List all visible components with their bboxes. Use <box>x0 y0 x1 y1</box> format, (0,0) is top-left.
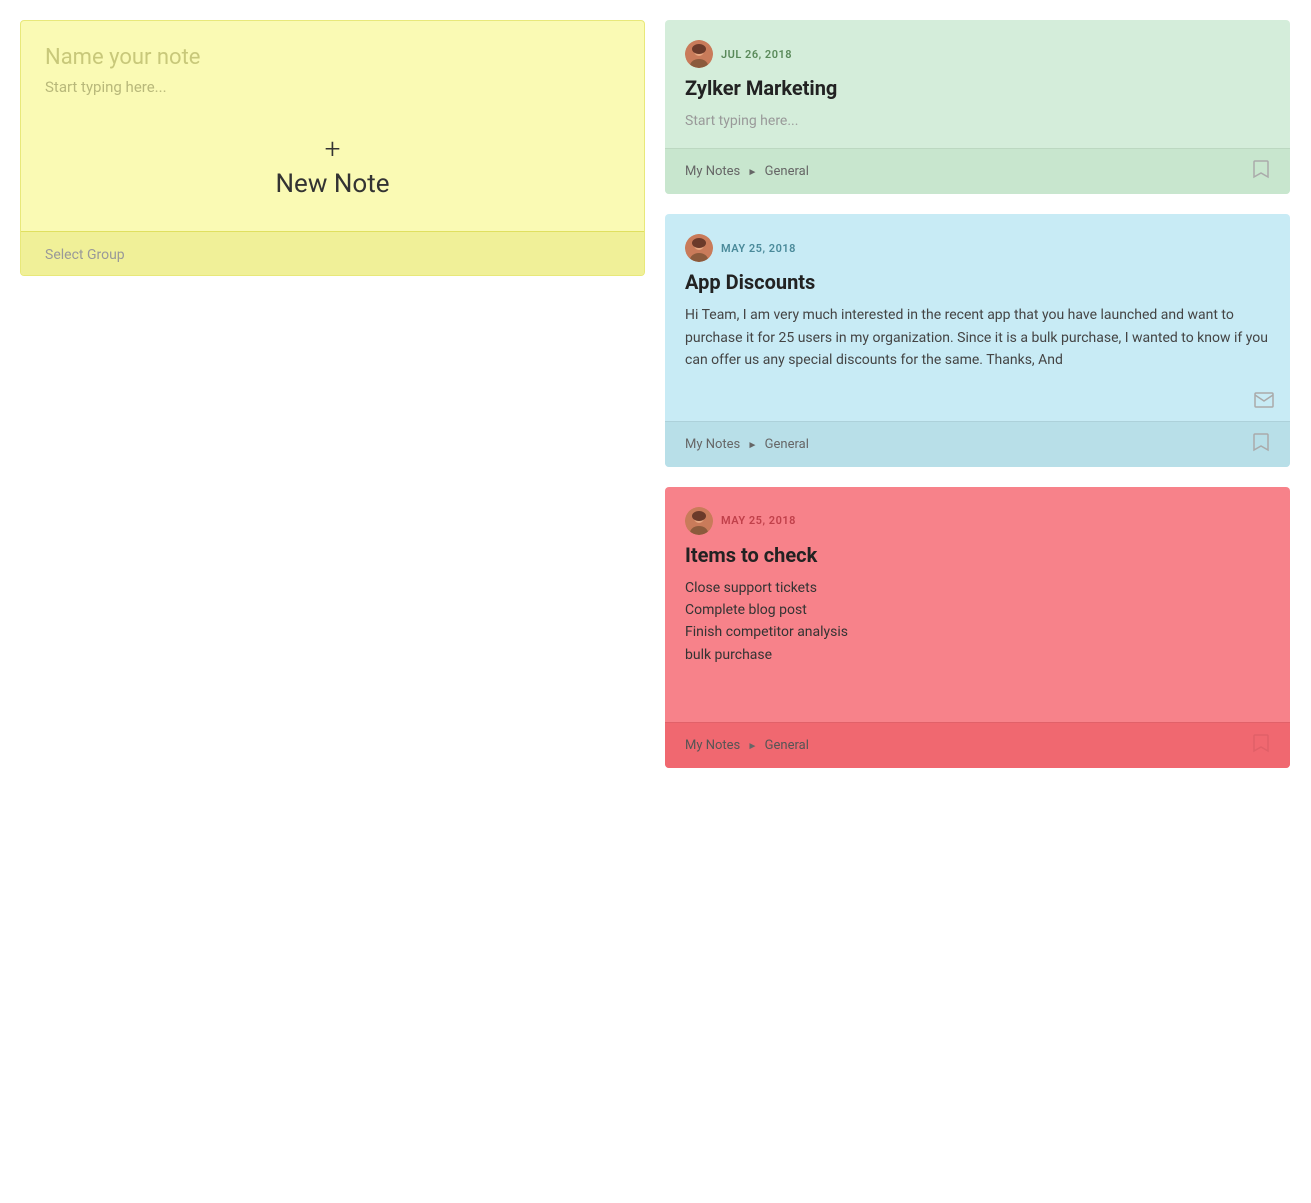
note-meta-items-to-check: MAY 25, 2018 <box>685 507 1270 535</box>
note-content-items-to-check: Close support tickets Complete blog post… <box>685 577 1270 667</box>
note-content-line-4: bulk purchase <box>685 644 1270 666</box>
new-note-footer[interactable]: Select Group <box>21 231 644 275</box>
note-spacer-items-to-check <box>665 682 1290 722</box>
note-title-items-to-check: Items to check <box>685 543 1270 567</box>
new-note-label: New Note <box>276 169 390 199</box>
left-column: Name your note Start typing here... + Ne… <box>20 20 645 768</box>
note-date-items-to-check: MAY 25, 2018 <box>721 514 796 527</box>
new-note-card[interactable]: Name your note Start typing here... + Ne… <box>20 20 645 276</box>
note-breadcrumb-zylker: My Notes ► General <box>685 164 809 179</box>
bookmark-icon-zylker[interactable] <box>1252 159 1270 184</box>
bookmark-icon-items-to-check[interactable] <box>1252 733 1270 758</box>
select-group-label[interactable]: Select Group <box>45 247 125 263</box>
note-content-line-3: Finish competitor analysis <box>685 621 1270 643</box>
plus-icon: + <box>325 135 341 163</box>
new-note-center: + New Note <box>45 126 620 207</box>
breadcrumb-arrow-app-discounts: ► <box>748 440 758 451</box>
note-footer-items-to-check: My Notes ► General <box>665 722 1290 768</box>
note-card-zylker[interactable]: JUL 26, 2018 Zylker Marketing Start typi… <box>665 20 1290 194</box>
note-meta-zylker: JUL 26, 2018 <box>685 40 1270 68</box>
note-content-line-2: Complete blog post <box>685 599 1270 621</box>
note-title-zylker: Zylker Marketing <box>685 76 1270 100</box>
note-content-zylker: Start typing here... <box>685 110 1270 132</box>
new-note-body-placeholder[interactable]: Start typing here... <box>45 78 167 96</box>
note-footer-app-discounts: My Notes ► General <box>665 421 1290 467</box>
breadcrumb-child-items-to-check: General <box>765 738 809 753</box>
note-title-app-discounts: App Discounts <box>685 270 1270 294</box>
new-note-title-placeholder[interactable]: Name your note <box>45 45 200 70</box>
note-content-app-discounts: Hi Team, I am very much interested in th… <box>685 304 1270 371</box>
new-note-body[interactable]: Name your note Start typing here... + Ne… <box>21 21 644 231</box>
note-icons-row-app-discounts <box>665 388 1290 421</box>
note-footer-zylker: My Notes ► General <box>665 148 1290 194</box>
email-icon-app-discounts[interactable] <box>1254 392 1274 413</box>
avatar-app-discounts <box>685 234 713 262</box>
breadcrumb-arrow-items-to-check: ► <box>748 741 758 752</box>
note-body-zylker: JUL 26, 2018 Zylker Marketing Start typi… <box>665 20 1290 148</box>
avatar-image-app-discounts <box>685 234 713 262</box>
avatar-zylker <box>685 40 713 68</box>
note-date-zylker: JUL 26, 2018 <box>721 48 792 61</box>
notes-grid: Name your note Start typing here... + Ne… <box>20 20 1290 768</box>
avatar-image-items-to-check <box>685 507 713 535</box>
note-card-items-to-check[interactable]: MAY 25, 2018 Items to check Close suppor… <box>665 487 1290 769</box>
note-breadcrumb-items-to-check: My Notes ► General <box>685 738 809 753</box>
breadcrumb-child-app-discounts: General <box>765 437 809 452</box>
avatar-items-to-check <box>685 507 713 535</box>
note-breadcrumb-app-discounts: My Notes ► General <box>685 437 809 452</box>
bookmark-icon-app-discounts[interactable] <box>1252 432 1270 457</box>
breadcrumb-root-items-to-check: My Notes <box>685 738 740 753</box>
note-card-app-discounts[interactable]: MAY 25, 2018 App Discounts Hi Team, I am… <box>665 214 1290 466</box>
note-body-app-discounts: MAY 25, 2018 App Discounts Hi Team, I am… <box>665 214 1290 387</box>
note-content-line-1: Close support tickets <box>685 577 1270 599</box>
avatar-image-zylker <box>685 40 713 68</box>
breadcrumb-root-app-discounts: My Notes <box>685 437 740 452</box>
breadcrumb-root-zylker: My Notes <box>685 164 740 179</box>
note-date-app-discounts: MAY 25, 2018 <box>721 242 796 255</box>
breadcrumb-arrow-zylker: ► <box>748 167 758 178</box>
note-body-items-to-check: MAY 25, 2018 Items to check Close suppor… <box>665 487 1290 683</box>
note-meta-app-discounts: MAY 25, 2018 <box>685 234 1270 262</box>
right-column: JUL 26, 2018 Zylker Marketing Start typi… <box>665 20 1290 768</box>
breadcrumb-child-zylker: General <box>765 164 809 179</box>
